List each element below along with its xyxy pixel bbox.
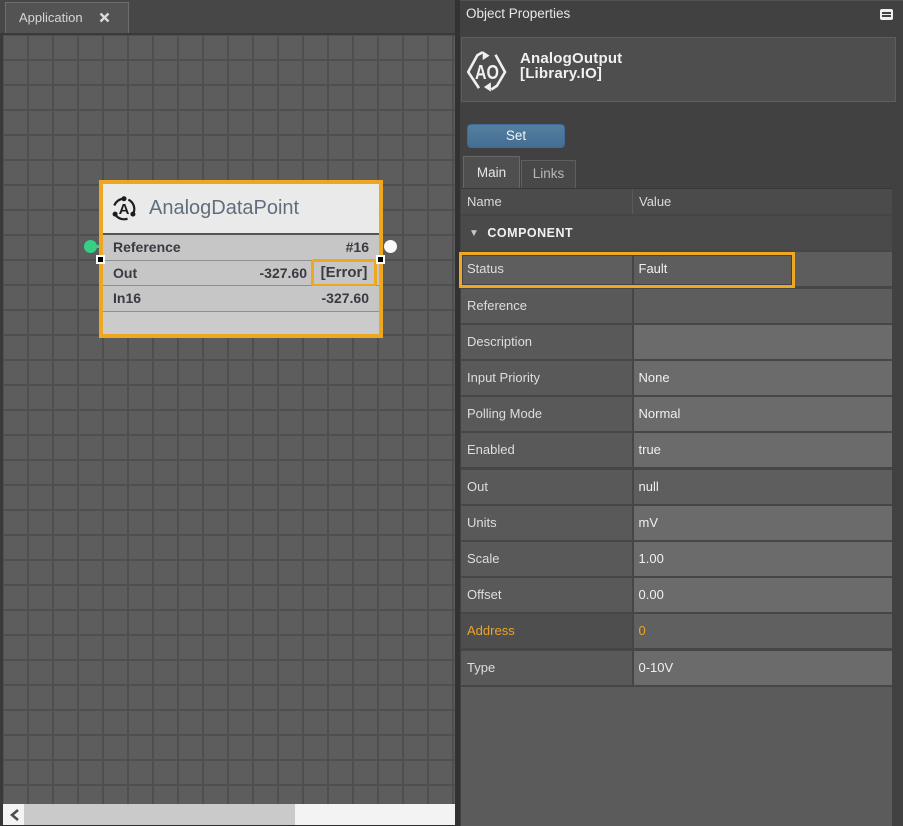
svg-text:A: A: [119, 201, 130, 218]
svg-text:AO: AO: [475, 61, 499, 83]
